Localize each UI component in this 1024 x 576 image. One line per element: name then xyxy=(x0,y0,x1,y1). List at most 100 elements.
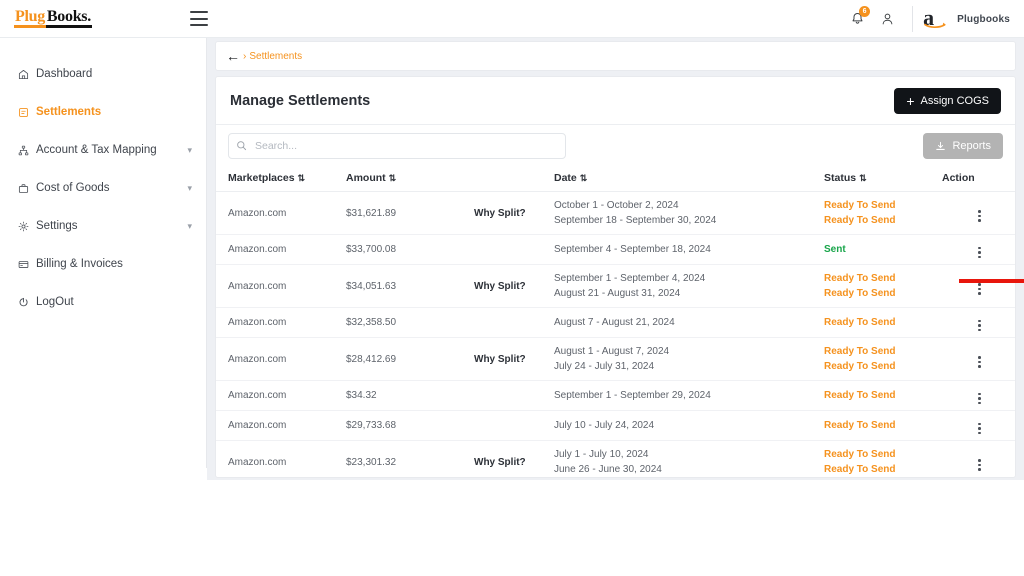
card-header: Manage Settlements + Assign COGS xyxy=(216,77,1015,125)
column-label: Marketplaces xyxy=(228,172,295,184)
table-row[interactable]: Amazon.com $23,301.32 Why Split? July 1 - J… xyxy=(216,440,1015,477)
sidebar-item-label: Account & Tax Mapping xyxy=(36,144,157,156)
cell-marketplace: Amazon.com xyxy=(216,337,346,381)
row-action-kebab-icon[interactable] xyxy=(978,319,981,331)
app-logo[interactable]: Plug Books. xyxy=(14,9,92,28)
cell-marketplace: Amazon.com xyxy=(216,440,346,477)
cell-date: July 10 - July 24, 2024 xyxy=(554,410,824,441)
reports-label: Reports xyxy=(952,140,991,152)
chevron-down-icon[interactable]: ▾ xyxy=(187,183,192,194)
cell-why-split[interactable]: Why Split? xyxy=(474,264,554,308)
row-action-kebab-icon[interactable] xyxy=(978,422,981,434)
cell-amount: $34.32 xyxy=(346,380,474,411)
cell-amount: $29,733.68 xyxy=(346,410,474,441)
cell-action xyxy=(942,191,1015,235)
date-range: July 24 - July 31, 2024 xyxy=(554,361,655,372)
date-range: September 1 - September 29, 2024 xyxy=(554,390,711,401)
back-arrow-icon[interactable]: ← xyxy=(226,49,240,63)
sidebar-item-account-tax-mapping[interactable]: Account & Tax Mapping ▾ xyxy=(0,136,206,164)
column-header-date[interactable]: Date ⇅ xyxy=(554,167,824,192)
status-badge: Ready To Send xyxy=(824,215,896,226)
cell-action xyxy=(942,440,1015,477)
table-row[interactable]: Amazon.com $32,358.50 August 7 - August 21… xyxy=(216,307,1015,338)
sidebar-item-label: Billing & Invoices xyxy=(36,258,123,270)
sidebar-item-settings[interactable]: Settings ▾ xyxy=(0,212,206,240)
sidebar-item-label: Dashboard xyxy=(36,68,93,80)
date-range: September 4 - September 18, 2024 xyxy=(554,244,711,255)
assign-cogs-label: Assign COGS xyxy=(920,94,989,107)
user-account-button[interactable] xyxy=(872,4,902,34)
cell-status: Ready To Send Ready To Send xyxy=(824,191,942,235)
reports-button[interactable]: Reports xyxy=(923,133,1003,159)
sidebar-item-billing-invoices[interactable]: Billing & Invoices xyxy=(0,250,206,278)
sort-icon[interactable]: ⇅ xyxy=(389,173,396,184)
search-box[interactable] xyxy=(228,133,566,159)
table-row[interactable]: Amazon.com $34,051.63 Why Split? September … xyxy=(216,264,1015,308)
cell-status: Ready To Send xyxy=(824,380,942,411)
column-header-action: Action xyxy=(942,167,1015,192)
row-action-kebab-icon[interactable] xyxy=(978,210,981,222)
status-badge: Ready To Send xyxy=(824,464,896,475)
assign-cogs-button[interactable]: + Assign COGS xyxy=(894,87,1001,114)
brand-block: a Plugbooks xyxy=(923,7,1010,30)
settlements-card: Manage Settlements + Assign COGS Search.… xyxy=(215,76,1016,478)
cell-why-split[interactable]: Why Split? xyxy=(474,191,554,235)
page-title: Manage Settlements xyxy=(230,92,371,109)
why-split-link[interactable]: Why Split? xyxy=(474,457,526,468)
sort-icon[interactable]: ⇅ xyxy=(580,173,587,184)
sidebar-item-label: Settings xyxy=(36,220,78,232)
sidebar-item-logout[interactable]: LogOut xyxy=(0,288,206,316)
column-header-amount[interactable]: Amount ⇅ xyxy=(346,167,474,192)
hamburger-icon[interactable] xyxy=(190,11,208,26)
why-split-link[interactable]: Why Split? xyxy=(474,281,526,292)
sidebar-item-cost-of-goods[interactable]: Cost of Goods ▾ xyxy=(0,174,206,202)
status-badge: Ready To Send xyxy=(824,449,896,460)
row-action-kebab-icon[interactable] xyxy=(978,392,981,404)
cell-why-split xyxy=(474,410,554,441)
breadcrumb-current[interactable]: Settlements xyxy=(249,51,302,62)
sort-icon[interactable]: ⇅ xyxy=(298,173,305,184)
table-row[interactable]: Amazon.com $34.32 September 1 - September … xyxy=(216,380,1015,411)
hamburger-bar xyxy=(190,24,208,26)
breadcrumb: ← › Settlements xyxy=(215,41,1016,71)
cell-action xyxy=(942,234,1015,265)
chevron-down-icon[interactable]: ▾ xyxy=(187,145,192,156)
row-action-kebab-icon[interactable] xyxy=(978,459,981,471)
cell-date: September 4 - September 18, 2024 xyxy=(554,234,824,265)
cell-status: Ready To Send Ready To Send xyxy=(824,337,942,381)
date-range: July 1 - July 10, 2024 xyxy=(554,449,649,460)
sidebar-item-dashboard[interactable]: Dashboard xyxy=(0,60,206,88)
sort-icon[interactable]: ⇅ xyxy=(859,173,866,184)
column-header-marketplaces[interactable]: Marketplaces ⇅ xyxy=(216,167,346,192)
sidebar: Dashboard Settlements Account & Tax Mapp… xyxy=(0,38,207,468)
row-action-kebab-icon[interactable] xyxy=(978,356,981,368)
main-content: ← › Settlements Manage Settlements + Ass… xyxy=(207,38,1024,480)
top-bar: Plug Books. 6 a Plugbooks xyxy=(0,0,1024,38)
date-range: October 1 - October 2, 2024 xyxy=(554,200,679,211)
why-split-link[interactable]: Why Split? xyxy=(474,354,526,365)
why-split-link[interactable]: Why Split? xyxy=(474,208,526,219)
cell-why-split[interactable]: Why Split? xyxy=(474,337,554,381)
plus-icon: + xyxy=(906,92,915,109)
column-label: Amount xyxy=(346,172,386,184)
search-input[interactable] xyxy=(255,140,565,152)
logo-text-plug: Plug xyxy=(14,9,46,28)
status-badge: Ready To Send xyxy=(824,346,896,357)
chevron-down-icon[interactable]: ▾ xyxy=(187,221,192,232)
table-row[interactable]: Amazon.com $33,700.08 September 4 - Septem… xyxy=(216,234,1015,265)
settlements-table: Marketplaces⇅ Amount⇅ Date⇅ Status⇅ xyxy=(216,167,1015,477)
cell-amount: $32,358.50 xyxy=(346,307,474,338)
table-row[interactable]: Amazon.com $28,412.69 Why Split? August 1 -… xyxy=(216,337,1015,381)
cell-marketplace: Amazon.com xyxy=(216,191,346,235)
date-range: September 18 - September 30, 2024 xyxy=(554,215,717,226)
sidebar-item-settlements[interactable]: Settlements xyxy=(0,98,206,126)
table-row[interactable]: Amazon.com $31,621.89 Why Split? October 1 … xyxy=(216,191,1015,235)
cell-action xyxy=(942,307,1015,338)
row-action-kebab-icon[interactable] xyxy=(978,246,981,258)
cell-why-split[interactable]: Why Split? xyxy=(474,440,554,477)
column-header-status[interactable]: Status ⇅ xyxy=(824,167,942,192)
column-label: Status xyxy=(824,172,857,184)
cell-date: October 1 - October 2, 2024 September 18 … xyxy=(554,191,824,235)
notifications-button[interactable]: 6 xyxy=(842,4,872,34)
table-row[interactable]: Amazon.com $29,733.68 July 10 - July 24, 2… xyxy=(216,410,1015,441)
